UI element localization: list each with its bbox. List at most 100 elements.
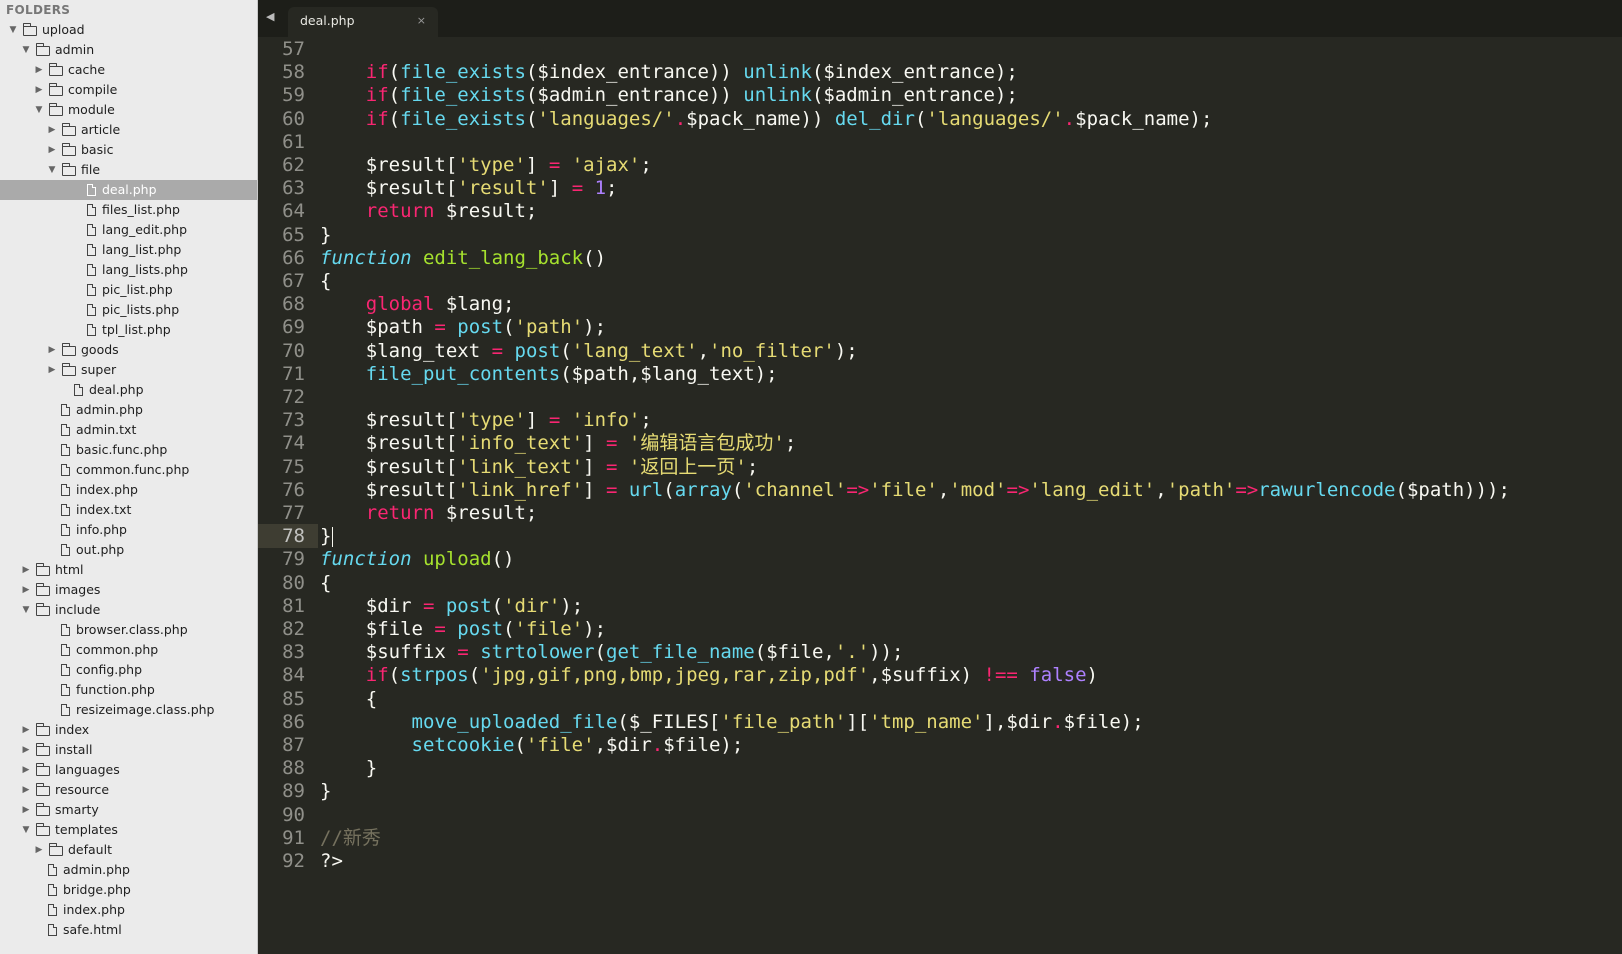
code-line[interactable]: {: [320, 571, 331, 595]
disclosure-closed-icon[interactable]: ▶: [21, 740, 31, 760]
code-editor[interactable]: 57 58 if(file_exists($index_entrance)) un…: [258, 37, 1622, 954]
tree-folder[interactable]: ▼ module: [0, 100, 257, 120]
code-line[interactable]: }: [320, 223, 331, 247]
disclosure-closed-icon[interactable]: ▶: [34, 60, 44, 80]
tree-folder[interactable]: ▶ smarty: [0, 800, 257, 820]
disclosure-closed-icon[interactable]: ▶: [21, 720, 31, 740]
tree-file[interactable]: browser.class.php: [0, 620, 257, 640]
disclosure-closed-icon[interactable]: ▶: [47, 360, 57, 380]
code-line[interactable]: return $result;: [320, 199, 538, 223]
tree-file[interactable]: common.php: [0, 640, 257, 660]
tree-file[interactable]: files_list.php: [0, 200, 257, 220]
disclosure-closed-icon[interactable]: ▶: [47, 340, 57, 360]
tree-folder[interactable]: ▶ basic: [0, 140, 257, 160]
tree-file[interactable]: bridge.php: [0, 880, 257, 900]
code-line[interactable]: {: [320, 687, 377, 711]
code-line[interactable]: return $result;: [320, 501, 538, 525]
code-line[interactable]: $result['result'] = 1;: [320, 176, 618, 200]
disclosure-open-icon[interactable]: ▼: [21, 600, 31, 620]
tree-file[interactable]: resizeimage.class.php: [0, 700, 257, 720]
tree-folder[interactable]: ▼ templates: [0, 820, 257, 840]
tree-file[interactable]: lang_edit.php: [0, 220, 257, 240]
disclosure-closed-icon[interactable]: ▶: [21, 800, 31, 820]
code-line[interactable]: $result['link_text'] = '返回上一页';: [320, 455, 759, 479]
disclosure-closed-icon[interactable]: ▶: [47, 120, 57, 140]
code-line[interactable]: if(file_exists($index_entrance)) unlink(…: [320, 60, 1018, 84]
tree-file[interactable]: safe.html: [0, 920, 257, 940]
code-line[interactable]: if(strpos('jpg,gif,png,bmp,jpeg,rar,zip,…: [320, 663, 1098, 687]
disclosure-open-icon[interactable]: ▼: [21, 40, 31, 60]
tree-file[interactable]: lang_list.php: [0, 240, 257, 260]
code-line[interactable]: ?>: [320, 849, 343, 873]
code-line[interactable]: $path = post('path');: [320, 315, 606, 339]
tree-file[interactable]: out.php: [0, 540, 257, 560]
code-line[interactable]: $result['link_href'] = url(array('channe…: [320, 478, 1510, 502]
tree-file[interactable]: admin.txt: [0, 420, 257, 440]
disclosure-closed-icon[interactable]: ▶: [34, 80, 44, 100]
tree-folder[interactable]: ▶ cache: [0, 60, 257, 80]
code-line[interactable]: $dir = post('dir');: [320, 594, 583, 618]
tree-folder[interactable]: ▶ compile: [0, 80, 257, 100]
code-line[interactable]: $result['info_text'] = '编辑语言包成功';: [320, 431, 797, 455]
code-line[interactable]: $lang_text = post('lang_text','no_filter…: [320, 339, 858, 363]
tree-folder[interactable]: ▶ goods: [0, 340, 257, 360]
tree-file[interactable]: deal.php: [0, 180, 257, 200]
code-line[interactable]: //新秀: [320, 826, 381, 850]
tree-file[interactable]: pic_list.php: [0, 280, 257, 300]
tree-file[interactable]: lang_lists.php: [0, 260, 257, 280]
tree-file[interactable]: index.php: [0, 900, 257, 920]
disclosure-open-icon[interactable]: ▼: [47, 160, 57, 180]
code-line[interactable]: function upload(): [320, 547, 515, 571]
tree-file[interactable]: admin.php: [0, 400, 257, 420]
tree-file[interactable]: deal.php: [0, 380, 257, 400]
tree-file[interactable]: index.txt: [0, 500, 257, 520]
code-line[interactable]: global $lang;: [320, 292, 515, 316]
tree-file[interactable]: info.php: [0, 520, 257, 540]
disclosure-open-icon[interactable]: ▼: [21, 820, 31, 840]
tree-folder[interactable]: ▶ html: [0, 560, 257, 580]
code-line[interactable]: }: [320, 779, 331, 803]
tree-file[interactable]: tpl_list.php: [0, 320, 257, 340]
code-line[interactable]: function edit_lang_back(): [320, 246, 606, 270]
tree-file[interactable]: index.php: [0, 480, 257, 500]
code-line[interactable]: $result['type'] = 'ajax';: [320, 153, 652, 177]
code-line[interactable]: $file = post('file');: [320, 617, 606, 641]
disclosure-closed-icon[interactable]: ▶: [21, 580, 31, 600]
disclosure-closed-icon[interactable]: ▶: [47, 140, 57, 160]
tree-file[interactable]: basic.func.php: [0, 440, 257, 460]
disclosure-closed-icon[interactable]: ▶: [21, 560, 31, 580]
tree-file[interactable]: config.php: [0, 660, 257, 680]
disclosure-open-icon[interactable]: ▼: [8, 20, 18, 40]
code-line[interactable]: move_uploaded_file($_FILES['file_path'][…: [320, 710, 1144, 734]
close-icon[interactable]: ×: [417, 14, 426, 27]
code-line[interactable]: if(file_exists('languages/'.$pack_name))…: [320, 107, 1213, 131]
code-line[interactable]: {: [320, 269, 331, 293]
disclosure-open-icon[interactable]: ▼: [34, 100, 44, 120]
tree-folder[interactable]: ▶ index: [0, 720, 257, 740]
tree-folder[interactable]: ▶ article: [0, 120, 257, 140]
tree-file[interactable]: admin.php: [0, 860, 257, 880]
tree-folder[interactable]: ▼ include: [0, 600, 257, 620]
tree-file[interactable]: common.func.php: [0, 460, 257, 480]
code-line[interactable]: setcookie('file',$dir.$file);: [320, 733, 744, 757]
disclosure-closed-icon[interactable]: ▶: [21, 760, 31, 780]
tree-file[interactable]: function.php: [0, 680, 257, 700]
tree-folder[interactable]: ▶ default: [0, 840, 257, 860]
tree-file[interactable]: pic_lists.php: [0, 300, 257, 320]
code-line[interactable]: $result['type'] = 'info';: [320, 408, 652, 432]
disclosure-closed-icon[interactable]: ▶: [34, 840, 44, 860]
disclosure-closed-icon[interactable]: ▶: [21, 780, 31, 800]
tree-folder[interactable]: ▶ languages: [0, 760, 257, 780]
code-line[interactable]: }: [320, 524, 334, 548]
code-line[interactable]: $suffix = strtolower(get_file_name($file…: [320, 640, 904, 664]
tree-folder[interactable]: ▶ super: [0, 360, 257, 380]
tree-folder[interactable]: ▼ file: [0, 160, 257, 180]
code-line[interactable]: if(file_exists($admin_entrance)) unlink(…: [320, 83, 1018, 107]
tab-deal-php[interactable]: deal.php ×: [288, 7, 438, 37]
tree-folder[interactable]: ▶ install: [0, 740, 257, 760]
code-line[interactable]: file_put_contents($path,$lang_text);: [320, 362, 778, 386]
code-line[interactable]: }: [320, 756, 377, 780]
tree-folder[interactable]: ▶ resource: [0, 780, 257, 800]
tree-folder[interactable]: ▶ images: [0, 580, 257, 600]
tree-folder[interactable]: ▼ admin: [0, 40, 257, 60]
